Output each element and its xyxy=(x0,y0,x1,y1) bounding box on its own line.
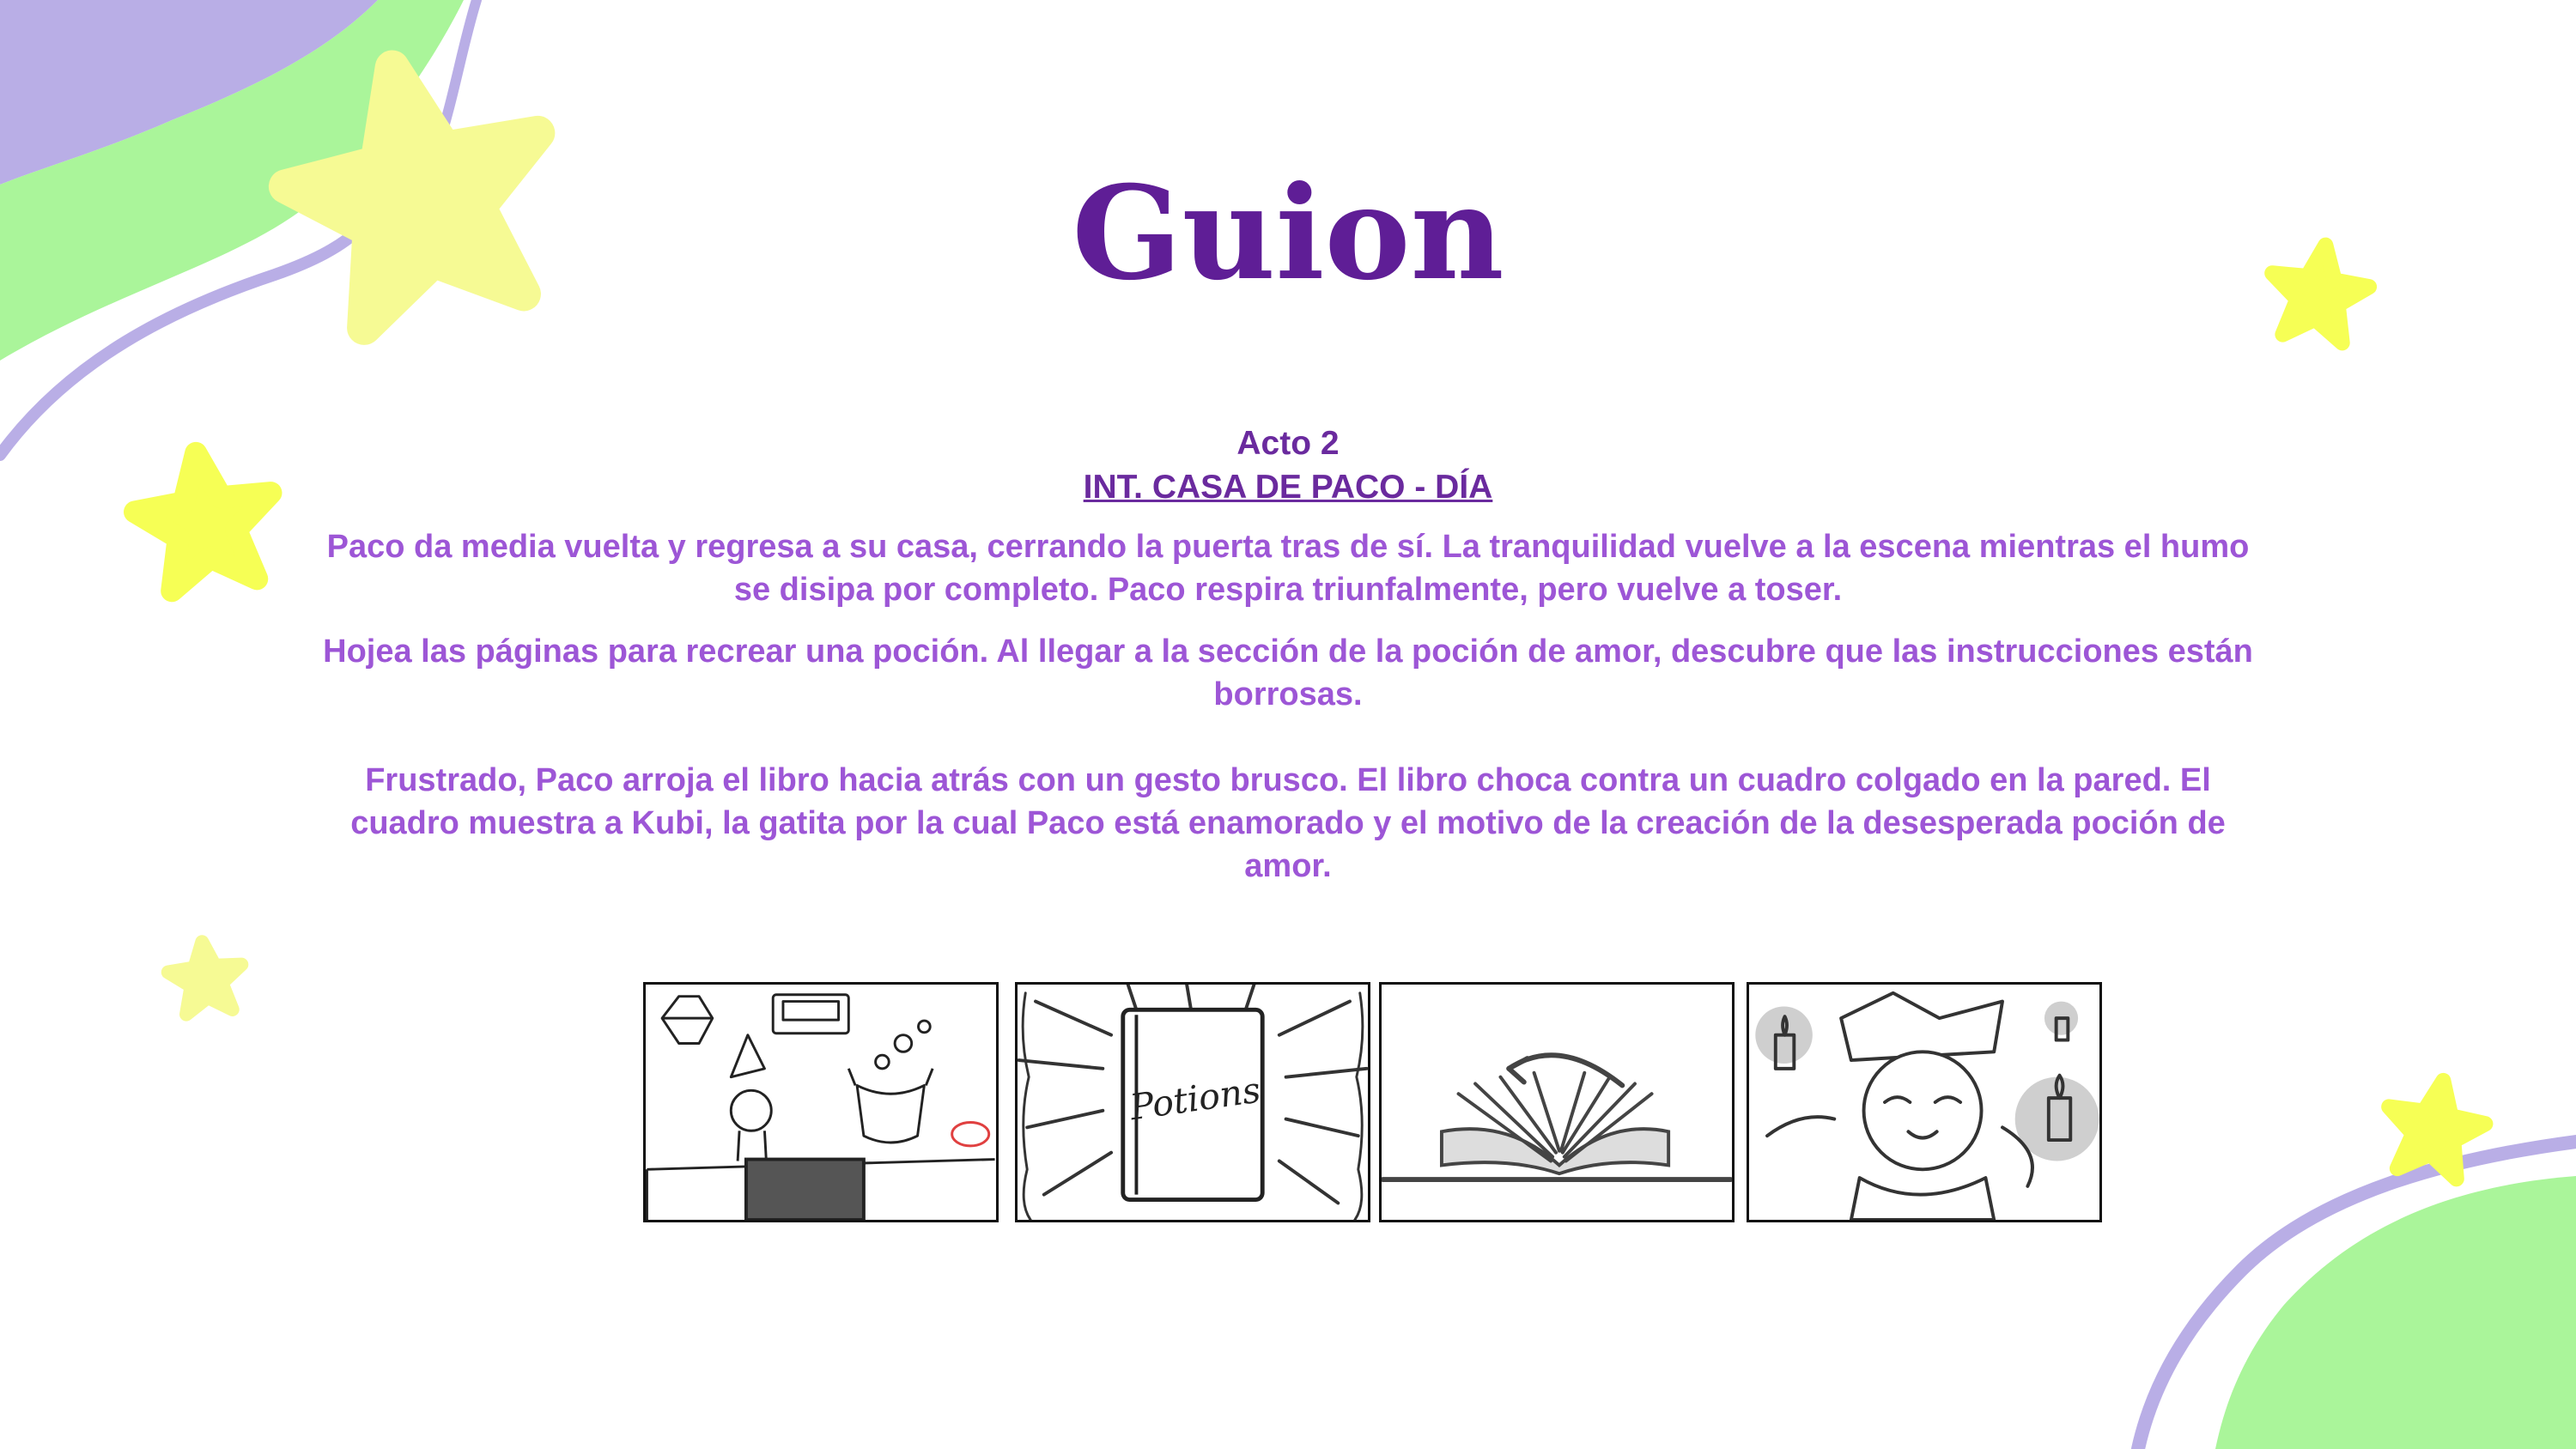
scene-header: Acto 2 INT. CASA DE PACO - DÍA xyxy=(0,422,2576,509)
mint-wave-bottom-right xyxy=(2215,1176,2576,1449)
open-book-sketch xyxy=(1382,1052,1732,1182)
script-paragraph-1: Paco da media vuelta y regresa a su casa… xyxy=(326,529,2250,608)
scene-heading: INT. CASA DE PACO - DÍA xyxy=(1083,468,1493,506)
star-small-left xyxy=(161,935,249,1022)
script-paragraph-3: Frustrado, Paco arroja el libro hacia at… xyxy=(350,762,2226,884)
wizard-candles-sketch xyxy=(1755,991,2099,1220)
storyboard-panel-4 xyxy=(1747,982,2102,1222)
storyboard-panel-2: Potions xyxy=(1015,982,1370,1222)
script-paragraph-2: Hojea las páginas para recrear una poció… xyxy=(323,634,2253,712)
wizard-cauldron-sketch xyxy=(646,993,995,1220)
act-label: Acto 2 xyxy=(1236,425,1340,462)
storyboard-panel-3 xyxy=(1379,982,1735,1222)
potions-book-sketch: Potions xyxy=(1018,985,1368,1220)
storyboard-panel-1 xyxy=(643,982,999,1222)
page-title: Guion xyxy=(1072,158,1504,309)
